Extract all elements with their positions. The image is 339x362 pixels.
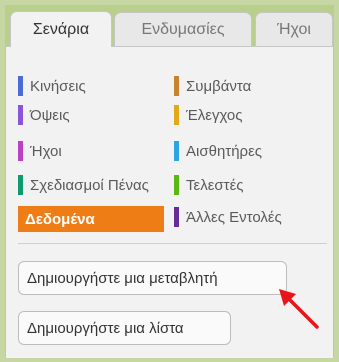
category-label: Τελεστές [186,176,244,194]
category-label: Ήχοι [30,142,62,160]
category-color-swatch [18,175,23,195]
category-pen[interactable]: Σχεδιασμοί Πένας [18,174,168,196]
make-list-button[interactable]: Δημιουργήστε μια λίστα [18,311,231,345]
category-label: Δεδομένα [25,210,95,228]
tab-scripts[interactable]: Σενάρια [10,11,112,47]
category-color-swatch [174,105,179,125]
category-label: Κινήσεις [30,77,86,95]
category-motion[interactable]: Κινήσεις [18,75,168,97]
category-more-blocks[interactable]: Άλλες Εντολές [174,206,329,228]
divider [18,243,327,244]
category-sensing[interactable]: Αισθητήρες [174,140,324,162]
category-control[interactable]: Έλεγχος [174,104,324,126]
category-color-swatch [174,175,179,195]
category-label: Συμβάντα [186,77,252,95]
category-color-swatch [174,207,179,227]
tab-sounds[interactable]: Ήχοι [255,12,333,46]
category-events[interactable]: Συμβάντα [174,75,324,97]
category-looks[interactable]: Όψεις [18,104,168,126]
category-color-swatch [18,105,23,125]
category-label: Άλλες Εντολές [186,208,282,226]
category-color-swatch [174,141,179,161]
category-operators[interactable]: Τελεστές [174,174,324,196]
annotation-arrow-icon [279,289,319,329]
category-color-swatch [18,141,23,161]
category-label: Αισθητήρες [186,142,262,160]
make-variable-button[interactable]: Δημιουργήστε μια μεταβλητή [18,261,287,295]
category-color-swatch [18,76,23,96]
category-color-swatch [174,76,179,96]
tab-costumes[interactable]: Ενδυμασίες [114,12,252,46]
category-label: Όψεις [30,106,70,124]
category-data[interactable]: Δεδομένα [18,206,164,232]
category-label: Σχεδιασμοί Πένας [30,176,149,194]
category-label: Έλεγχος [186,106,243,124]
category-sound[interactable]: Ήχοι [18,140,168,162]
